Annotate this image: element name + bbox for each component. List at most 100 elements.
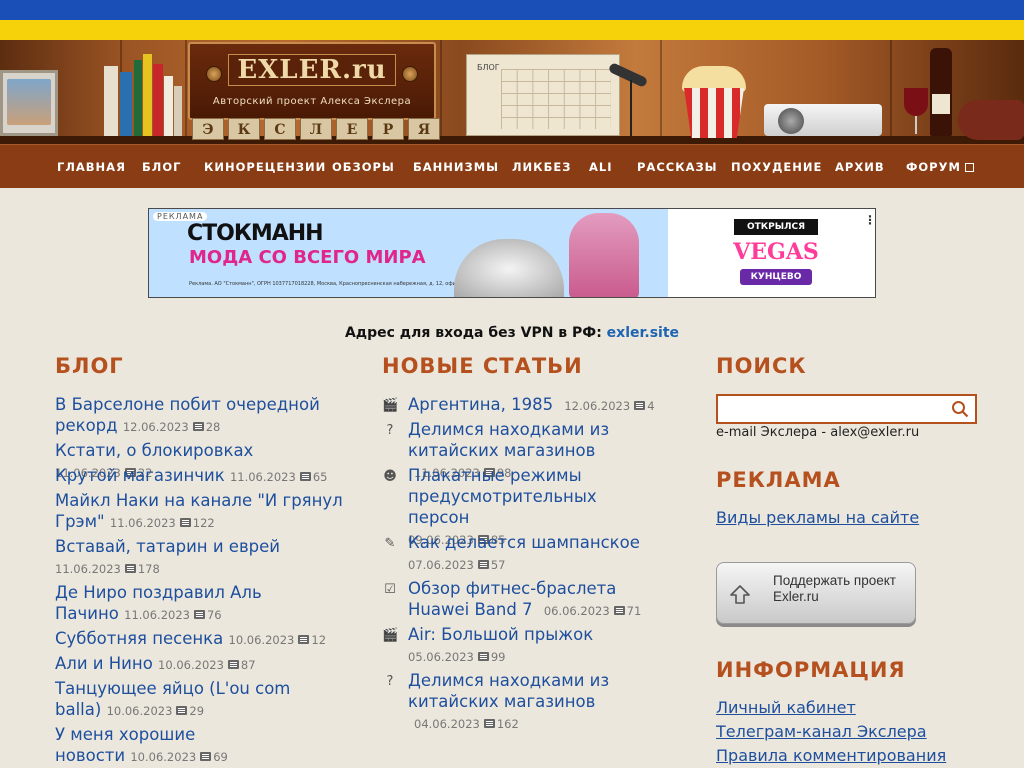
- nav-weight-loss[interactable]: ПОХУДЕНИЕ: [731, 145, 822, 189]
- article-link[interactable]: Air: Большой прыжок: [408, 625, 593, 644]
- post-date: 11.06.2023: [124, 608, 190, 622]
- popcorn-bucket: [684, 88, 744, 138]
- list-item: Как делается шампанское 07.06.2023 57: [408, 532, 688, 576]
- letter-tile: Л: [300, 118, 332, 140]
- pencil-icon: ✎: [384, 536, 396, 551]
- info-link-telegram[interactable]: Телеграм-канал Экслера: [716, 722, 927, 741]
- article-link[interactable]: Плакатные режимы предусмотрительных перс…: [408, 466, 597, 527]
- list-item: Субботняя песенка 10.06.2023 12: [55, 628, 355, 651]
- ads-types-link[interactable]: Виды рекламы на сайте: [716, 508, 919, 527]
- post-date: 11.06.2023: [109, 516, 176, 530]
- vpn-link[interactable]: exler.site: [607, 325, 679, 341]
- movie-icon: 🎬: [382, 628, 399, 643]
- nav-reviews[interactable]: ОБЗОРЫ: [332, 145, 395, 189]
- nav-forum-wrap[interactable]: ФОРУМ: [906, 145, 974, 189]
- comment-icon: [179, 518, 191, 527]
- blog-heading: БЛОГ: [55, 354, 124, 378]
- search-input[interactable]: [718, 396, 943, 422]
- comment-count: 178: [137, 562, 160, 576]
- flag-stripe-blue: [0, 0, 1024, 20]
- comment-count: 28: [205, 420, 221, 434]
- list-item: У меня хорошие новости 10.06.2023 69: [55, 724, 255, 768]
- search-icon[interactable]: [951, 400, 969, 418]
- nav-bannizmy[interactable]: БАННИЗМЫ: [413, 145, 499, 189]
- logo-subtitle: Авторский проект Алекса Экслера: [212, 96, 412, 107]
- nav-blog[interactable]: БЛОГ: [142, 145, 181, 189]
- comment-count: 4: [647, 399, 655, 413]
- letter-tile: Е: [336, 118, 368, 140]
- comment-count: 69: [213, 750, 228, 764]
- email-line: e-mail Экслера - alex@exler.ru: [716, 425, 920, 440]
- ad-menu-icon[interactable]: ⋮: [864, 213, 875, 227]
- ad-banner[interactable]: РЕКЛАМА СТОКМАНН МОДА СО ВСЕГО МИРА Рекл…: [148, 208, 876, 298]
- search-heading: ПОИСК: [716, 354, 807, 378]
- comment-icon: [227, 660, 239, 669]
- article-link[interactable]: Делимся находками из китайских магазинов: [408, 671, 609, 711]
- articles-heading: НОВЫЕ СТАТЬИ: [382, 354, 583, 378]
- support-project-button[interactable]: Поддержать проект Exler.ru: [716, 562, 916, 624]
- nav-likbez[interactable]: ЛИКБЕЗ: [512, 145, 571, 189]
- blog-post-link[interactable]: Субботняя песенка: [55, 629, 223, 648]
- comment-count: 162: [496, 717, 519, 731]
- post-date: 12.06.2023: [564, 399, 631, 413]
- post-date: 04.06.2023: [414, 717, 480, 731]
- comment-icon: [299, 472, 311, 481]
- comment-icon: [200, 752, 212, 761]
- comment-count: 71: [626, 604, 642, 618]
- comment-icon: [193, 610, 205, 619]
- comment-icon: [298, 635, 310, 644]
- site-logo[interactable]: EXLER.ru Авторский проект Алекса Экслера: [188, 42, 436, 120]
- info-link-rules[interactable]: Правила комментирования: [716, 746, 946, 765]
- question-icon: ?: [386, 674, 394, 689]
- book: [164, 76, 173, 136]
- shelf: [0, 136, 1024, 144]
- ad-vegas-logo: VEGAS: [733, 239, 819, 265]
- comment-count: 99: [490, 650, 506, 664]
- article-link[interactable]: Делимся находками из китайских магазинов: [408, 420, 609, 460]
- nav-archive[interactable]: АРХИВ: [835, 145, 885, 189]
- nav-home[interactable]: ГЛАВНАЯ: [57, 145, 126, 189]
- calendar: БЛОГ: [466, 54, 620, 136]
- list-item: Майкл Наки на канале "И грянул Грэм" 11.…: [55, 490, 345, 534]
- post-date: 06.06.2023: [543, 604, 610, 618]
- list-item: Air: Большой прыжок 05.06.2023 99: [408, 624, 688, 668]
- blog-post-link[interactable]: Кстати, о блокировках: [55, 441, 253, 460]
- article-link[interactable]: Аргентина, 1985: [408, 395, 553, 414]
- post-date: 10.06.2023: [228, 633, 295, 647]
- ad-brand: СТОКМАНН: [187, 221, 324, 246]
- ad-kuntsevo-label: КУНЦЕВО: [740, 269, 812, 285]
- wine-bottle-icon: [930, 48, 952, 136]
- book: [174, 86, 182, 136]
- list-item: Крутой магазинчик 11.06.2023 65: [55, 465, 355, 488]
- letter-tile: Я: [408, 118, 440, 140]
- flag-stripe-yellow: [0, 20, 1024, 40]
- upload-arrow-icon: [730, 585, 750, 604]
- article-link[interactable]: Как делается шампанское: [408, 533, 640, 552]
- ad-right-panel: ОТКРЫЛСЯ VEGAS КУНЦЕВО ⋮: [668, 209, 875, 297]
- main-nav: ГЛАВНАЯ БЛОГ КИНОРЕЦЕНЗИИ ОБЗОРЫ БАННИЗМ…: [0, 144, 1024, 188]
- blog-post-link[interactable]: Али и Нино: [55, 654, 153, 673]
- comment-icon: [176, 706, 188, 715]
- letter-tile: Э: [192, 118, 224, 140]
- comment-count: 65: [312, 470, 328, 484]
- comment-count: 57: [490, 558, 506, 572]
- comment-icon: [634, 401, 646, 410]
- wine-glass-icon: [904, 88, 928, 116]
- nav-movie-reviews[interactable]: КИНОРЕЦЕНЗИИ: [204, 145, 326, 189]
- post-date: 07.06.2023: [408, 558, 474, 572]
- ad-fine-print: Реклама. АО "Стокманн", ОГРН 10377170182…: [189, 281, 459, 287]
- list-item: Аргентина, 1985 12.06.2023 4: [408, 394, 688, 417]
- nav-ali[interactable]: ALI: [589, 145, 613, 189]
- book: [104, 66, 118, 136]
- info-link-cabinet[interactable]: Личный кабинет: [716, 698, 856, 717]
- projector-lens: [778, 108, 804, 134]
- nav-stories[interactable]: РАССКАЗЫ: [637, 145, 718, 189]
- comment-icon: [483, 719, 495, 728]
- list-item: Делимся находками из китайских магазинов…: [408, 670, 668, 735]
- nav-forum[interactable]: ФОРУМ: [906, 160, 961, 174]
- list-item: Танцующее яйцо (L'ou com balla) 10.06.20…: [55, 678, 315, 722]
- comment-count: 122: [192, 516, 215, 530]
- letter-tiles: ЭКСЛЕРЯ: [192, 118, 444, 140]
- blog-post-link[interactable]: Вставай, татарин и еврей: [55, 537, 280, 556]
- blog-post-link[interactable]: Крутой магазинчик: [55, 466, 225, 485]
